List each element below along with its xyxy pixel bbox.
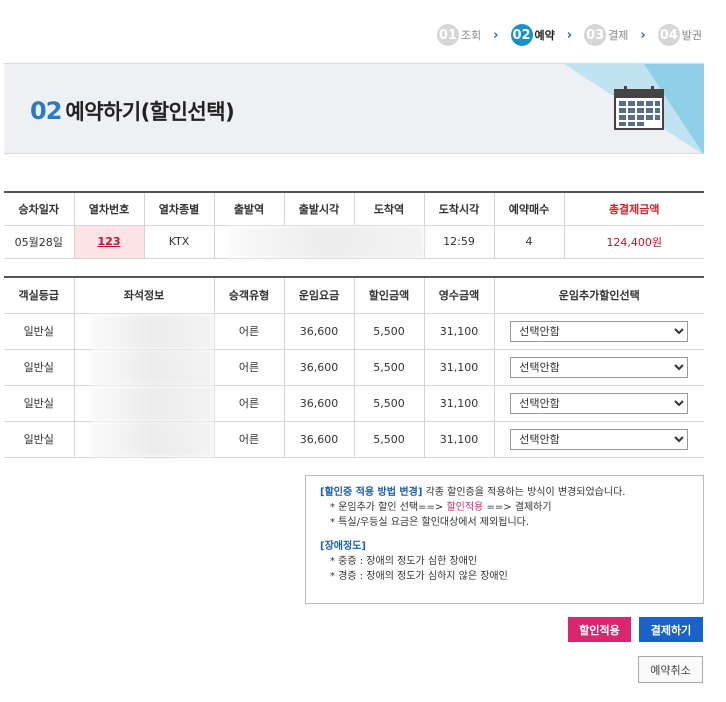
cell-fare: 36,600 xyxy=(283,313,354,350)
page-title-banner: 02 예약하기(할인선택) xyxy=(4,63,704,154)
info-line: * 운임추가 할인 선택==> xyxy=(330,502,447,513)
cell-passenger-type: 어른 xyxy=(213,421,284,458)
trip-info-table: 승차일자 열차번호 열차종별 출발역 출발시각 도착역 도착시각 예약매수 총결… xyxy=(4,191,704,259)
info-highlight: 할인적용 xyxy=(446,502,484,513)
extra-discount-select[interactable]: 선택안함 xyxy=(510,428,689,450)
page-title: 02 예약하기(할인선택) xyxy=(30,96,235,126)
step-number: 02 xyxy=(510,24,533,46)
cell-redacted-seat xyxy=(73,421,214,458)
table-row: 05월28일 123 KTX 12:59 4 124,400원 xyxy=(4,225,704,259)
step-label: 결제 xyxy=(608,29,629,42)
train-number-link[interactable]: 123 xyxy=(73,225,144,259)
header-date: 승차일자 xyxy=(4,192,74,226)
page-title-number: 02 xyxy=(30,97,62,125)
header-total: 총결제금액 xyxy=(563,192,704,226)
step-number: 03 xyxy=(584,24,607,46)
step-label: 발권 xyxy=(681,29,702,42)
extra-discount-select[interactable]: 선택안함 xyxy=(510,356,689,378)
step-payment: 03 결제 xyxy=(584,24,628,46)
cell-paid: 31,100 xyxy=(423,385,494,422)
progress-steps: 01 조회 › 02 예약 › 03 결제 › 04 발권 xyxy=(436,24,702,46)
info-line: * 경증 : 장애의 정도가 심하지 않은 장애인 xyxy=(330,571,508,582)
cell-train-type: KTX xyxy=(143,225,214,259)
calendar-icon xyxy=(614,86,664,130)
cell-discount: 5,500 xyxy=(353,421,424,458)
header-train-no: 열차번호 xyxy=(73,192,144,226)
info-line: * 특실/우등실 요금은 할인대상에서 제외됩니다. xyxy=(330,517,530,528)
table-row: 일반실 어른 36,600 5,500 31,100 선택안함 xyxy=(4,421,704,458)
info-line: * 중증 : 장애의 정도가 심한 장애인 xyxy=(330,556,478,567)
header-depart-time: 출발시각 xyxy=(283,192,354,226)
apply-discount-button[interactable]: 할인적용 xyxy=(568,617,631,642)
header-depart-station: 출발역 xyxy=(213,192,284,226)
cell-paid: 31,100 xyxy=(423,349,494,386)
cell-passenger-type: 어른 xyxy=(213,385,284,422)
step-number: 04 xyxy=(657,24,680,46)
table-row: 일반실 어른 36,600 5,500 31,100 선택안함 xyxy=(4,385,704,422)
extra-discount-select[interactable]: 선택안함 xyxy=(510,392,689,414)
header-paid: 영수금액 xyxy=(423,277,494,314)
header-arrive-time: 도착시각 xyxy=(423,192,494,226)
chevron-right-icon: › xyxy=(566,27,573,43)
seat-discount-table: 객실등급 좌석정보 승객유형 운임요금 할인금액 영수금액 운임추가할인선택 일… xyxy=(4,276,704,458)
cell-class: 일반실 xyxy=(4,313,74,350)
cell-redacted-route xyxy=(213,225,424,259)
header-arrive-station: 도착역 xyxy=(353,192,424,226)
cell-class: 일반실 xyxy=(4,385,74,422)
header-class: 객실등급 xyxy=(4,277,74,314)
cell-count: 4 xyxy=(493,225,564,259)
pay-button[interactable]: 결제하기 xyxy=(639,617,703,642)
cell-passenger-type: 어른 xyxy=(213,349,284,386)
cell-discount: 5,500 xyxy=(353,313,424,350)
cell-class: 일반실 xyxy=(4,421,74,458)
step-label: 조회 xyxy=(460,29,482,42)
step-inquiry: 01 조회 xyxy=(436,24,482,46)
header-discount: 할인금액 xyxy=(353,277,424,314)
header-fare: 운임요금 xyxy=(283,277,354,314)
table-row: 일반실 어른 36,600 5,500 31,100 선택안함 xyxy=(4,313,704,350)
extra-discount-select[interactable]: 선택안함 xyxy=(510,320,689,342)
table-header-row: 객실등급 좌석정보 승객유형 운임요금 할인금액 영수금액 운임추가할인선택 xyxy=(4,277,704,314)
cell-passenger-type: 어른 xyxy=(213,313,284,350)
cell-redacted-seat xyxy=(73,313,214,350)
cell-fare: 36,600 xyxy=(283,349,354,386)
cell-fare: 36,600 xyxy=(283,421,354,458)
header-extra-discount: 운임추가할인선택 xyxy=(493,277,704,314)
cell-fare: 36,600 xyxy=(283,385,354,422)
cell-redacted-seat xyxy=(73,385,214,422)
cell-paid: 31,100 xyxy=(423,313,494,350)
page-title-text: 예약하기(할인선택) xyxy=(65,100,235,124)
cell-arrive-time: 12:59 xyxy=(423,225,494,259)
discount-info-box: [할인증 적용 방법 변경] 각종 할인증을 적용하는 방식이 변경되었습니다.… xyxy=(305,475,704,604)
cancel-reservation-button[interactable]: 예약취소 xyxy=(638,656,703,683)
info-line: ==> 결제하기 xyxy=(483,502,552,513)
chevron-right-icon: › xyxy=(640,27,646,43)
cell-discount: 5,500 xyxy=(353,385,424,422)
header-seat-info: 좌석정보 xyxy=(73,277,214,314)
info-description: 각종 할인증을 적용하는 방식이 변경되었습니다. xyxy=(422,487,626,498)
step-number: 01 xyxy=(436,24,459,46)
header-count: 예약매수 xyxy=(493,192,564,226)
cell-redacted-seat xyxy=(73,349,214,386)
info-heading-method: [할인증 적용 방법 변경] xyxy=(320,487,423,498)
step-label: 예약 xyxy=(534,29,555,42)
cell-class: 일반실 xyxy=(4,349,74,386)
header-train-type: 열차종별 xyxy=(143,192,214,226)
step-reservation: 02 예약 xyxy=(510,24,555,46)
info-heading-disability: [장애정도] xyxy=(320,541,366,552)
step-ticketing: 04 발권 xyxy=(657,24,702,46)
table-row: 일반실 어른 36,600 5,500 31,100 선택안함 xyxy=(4,349,704,386)
table-header-row: 승차일자 열차번호 열차종별 출발역 출발시각 도착역 도착시각 예약매수 총결… xyxy=(4,192,704,226)
header-passenger-type: 승객유형 xyxy=(213,277,284,314)
cell-total: 124,400원 xyxy=(563,225,704,259)
chevron-right-icon: › xyxy=(493,27,499,43)
cell-paid: 31,100 xyxy=(423,421,494,458)
cell-discount: 5,500 xyxy=(353,349,424,386)
cell-date: 05월28일 xyxy=(4,225,74,259)
